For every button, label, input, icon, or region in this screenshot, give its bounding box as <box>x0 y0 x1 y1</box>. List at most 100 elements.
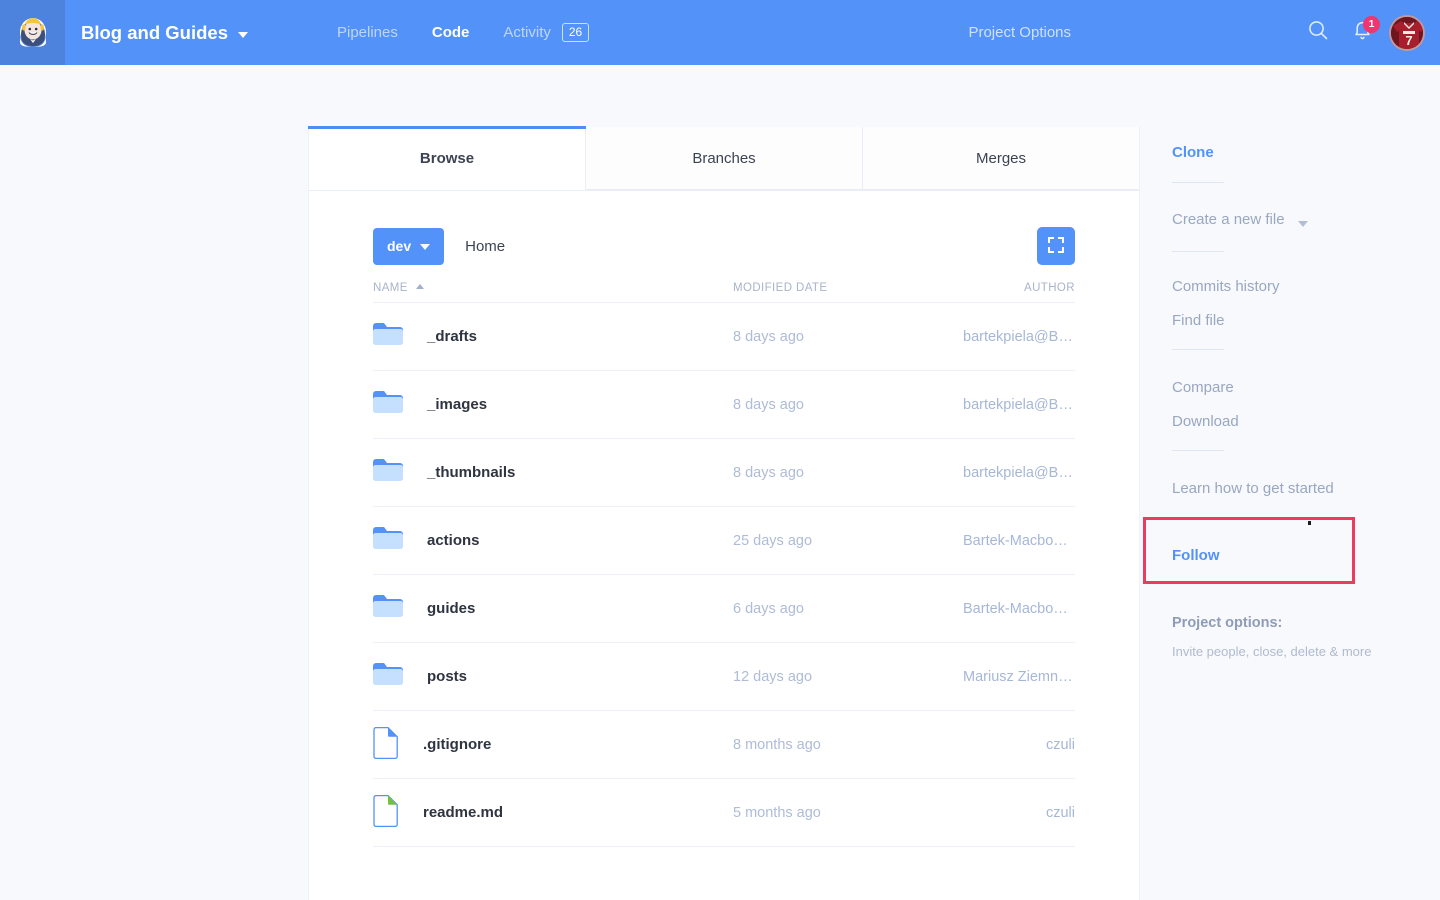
folder-icon <box>373 322 403 351</box>
file-name-label: .gitignore <box>423 736 492 753</box>
svg-text:7: 7 <box>1405 33 1412 48</box>
nav-item-pipelines[interactable]: Pipelines <box>320 24 415 41</box>
sidebar-item-download[interactable]: Download <box>1172 414 1239 429</box>
file-author-cell: czuli <box>1045 736 1075 753</box>
file-name-cell: _drafts <box>373 322 733 351</box>
sidebar-item-clone[interactable]: Clone <box>1172 145 1214 160</box>
cursor-pointer <box>1308 521 1311 525</box>
search-icon <box>1307 19 1329 46</box>
jenkins-butler-logo-icon <box>13 10 53 55</box>
file-table-header: NAME MODIFIED DATE AUTHOR <box>373 273 1075 303</box>
tab-browse-label: Browse <box>419 149 475 167</box>
code-browser-card: Browse Branches Merges dev Home NAME MOD… <box>308 126 1140 900</box>
column-header-name-label: NAME <box>373 281 408 294</box>
table-row[interactable]: guides 6 days ago Bartek-Macbook@Ma... <box>373 575 1075 643</box>
table-row[interactable]: posts 12 days ago Mariusz Ziemniak <box>373 643 1075 711</box>
file-name-cell: _images <box>373 390 733 419</box>
nav-item-activity[interactable]: Activity 26 <box>486 23 606 42</box>
search-button[interactable] <box>1299 14 1337 52</box>
file-icon <box>373 726 399 763</box>
project-options-subtitle: Invite people, close, delete & more <box>1172 644 1372 659</box>
sidebar-divider-2 <box>1172 251 1224 252</box>
column-header-name[interactable]: NAME <box>373 282 733 294</box>
file-author-cell: Mariusz Ziemniak <box>963 668 1075 685</box>
markdown-file-icon <box>373 794 399 831</box>
file-author-cell: Bartek-Macbook@Ma... <box>963 532 1075 549</box>
project-title[interactable]: Blog and Guides <box>81 22 248 44</box>
file-name-label: guides <box>427 600 476 617</box>
file-author-cell: bartekpiela@Barteks-... <box>963 464 1075 481</box>
file-name-label: _drafts <box>427 328 478 345</box>
file-name-cell: actions <box>373 526 733 555</box>
notification-count-badge: 1 <box>1363 15 1380 33</box>
sidebar-item-create-new-file-label: Create a new file <box>1172 211 1285 228</box>
sidebar-item-follow[interactable]: Follow <box>1172 548 1220 563</box>
file-author-cell: bartekpiela@Barteks-... <box>963 396 1075 413</box>
file-author-cell: czuli <box>1045 804 1075 821</box>
file-modified-cell: 12 days ago <box>733 668 813 685</box>
folder-icon <box>373 594 403 623</box>
sort-ascending-icon <box>415 284 424 289</box>
table-row[interactable]: readme.md 5 months ago czuli <box>373 779 1075 847</box>
file-name-cell: _thumbnails <box>373 458 733 487</box>
column-header-author[interactable]: AUTHOR <box>963 282 1075 294</box>
chevron-down-icon <box>237 31 248 38</box>
main-nav: Pipelines Code Activity 26 <box>320 23 606 42</box>
tab-branches-label: Branches <box>692 149 756 167</box>
branch-selector-label: dev <box>387 238 412 254</box>
file-name-cell: posts <box>373 662 733 691</box>
table-row[interactable]: _thumbnails 8 days ago bartekpiela@Barte… <box>373 439 1075 507</box>
file-name-label: _thumbnails <box>427 464 516 481</box>
file-author-cell: Bartek-Macbook@Ma... <box>963 600 1075 617</box>
table-row[interactable]: actions 25 days ago Bartek-Macbook@Ma... <box>373 507 1075 575</box>
table-row[interactable]: .gitignore 8 months ago czuli <box>373 711 1075 779</box>
column-header-modified-date[interactable]: MODIFIED DATE <box>733 282 963 294</box>
file-name-cell: .gitignore <box>373 726 733 763</box>
file-author-cell: bartekpiela@Barteks-... <box>963 328 1075 345</box>
app-header: Blog and Guides Pipelines Code Activity … <box>0 0 1440 65</box>
nav-item-code[interactable]: Code <box>415 24 487 41</box>
file-modified-cell: 8 months ago <box>733 736 821 753</box>
card-tabs: Browse Branches Merges <box>308 126 1139 191</box>
project-options-link[interactable]: Project Options <box>968 24 1071 41</box>
avatar[interactable]: 7 <box>1389 14 1425 51</box>
sidebar-divider-1 <box>1172 182 1224 183</box>
column-header-modified-date-label: MODIFIED DATE <box>733 281 828 294</box>
file-name-label: readme.md <box>423 804 504 821</box>
table-row[interactable]: _drafts 8 days ago bartekpiela@Barteks-.… <box>373 303 1075 371</box>
file-name-cell: guides <box>373 594 733 623</box>
branch-selector-button[interactable]: dev <box>373 227 445 265</box>
file-name-label: actions <box>427 532 480 549</box>
tab-browse[interactable]: Browse <box>308 126 586 190</box>
file-name-label: _images <box>427 396 488 413</box>
folder-icon <box>373 458 403 487</box>
nav-label-pipelines: Pipelines <box>336 24 398 41</box>
project-options-title: Project options: <box>1172 615 1283 631</box>
chevron-down-icon <box>1297 221 1308 227</box>
sidebar-item-find-file[interactable]: Find file <box>1172 313 1225 328</box>
breadcrumb[interactable]: Home <box>465 238 505 255</box>
file-modified-cell: 8 days ago <box>733 464 804 481</box>
logo-button[interactable] <box>0 0 65 65</box>
fullscreen-button[interactable] <box>1037 227 1075 265</box>
folder-icon <box>373 526 403 555</box>
sidebar-item-learn-how-to-get-started[interactable]: Learn how to get started <box>1172 481 1334 496</box>
project-title-label: Blog and Guides <box>81 21 228 43</box>
file-modified-cell: 8 days ago <box>733 396 804 413</box>
folder-icon <box>373 662 403 691</box>
file-modified-cell: 8 days ago <box>733 328 804 345</box>
sidebar-item-create-new-file[interactable]: Create a new file <box>1172 212 1308 227</box>
file-modified-cell: 25 days ago <box>733 532 813 549</box>
file-modified-cell: 5 months ago <box>733 804 821 821</box>
folder-icon <box>373 390 403 419</box>
chevron-down-icon <box>420 244 431 250</box>
sidebar-item-compare[interactable]: Compare <box>1172 380 1234 395</box>
sidebar-item-commits-history[interactable]: Commits history <box>1172 279 1280 294</box>
sidebar-divider-4 <box>1172 450 1224 451</box>
file-modified-cell: 6 days ago <box>733 600 804 617</box>
notifications-button[interactable]: 1 <box>1343 14 1381 52</box>
file-table: NAME MODIFIED DATE AUTHOR _drafts 8 days… <box>309 273 1139 847</box>
table-row[interactable]: _images 8 days ago bartekpiela@Barteks-.… <box>373 371 1075 439</box>
tab-merges[interactable]: Merges <box>863 127 1139 190</box>
tab-branches[interactable]: Branches <box>586 127 863 190</box>
